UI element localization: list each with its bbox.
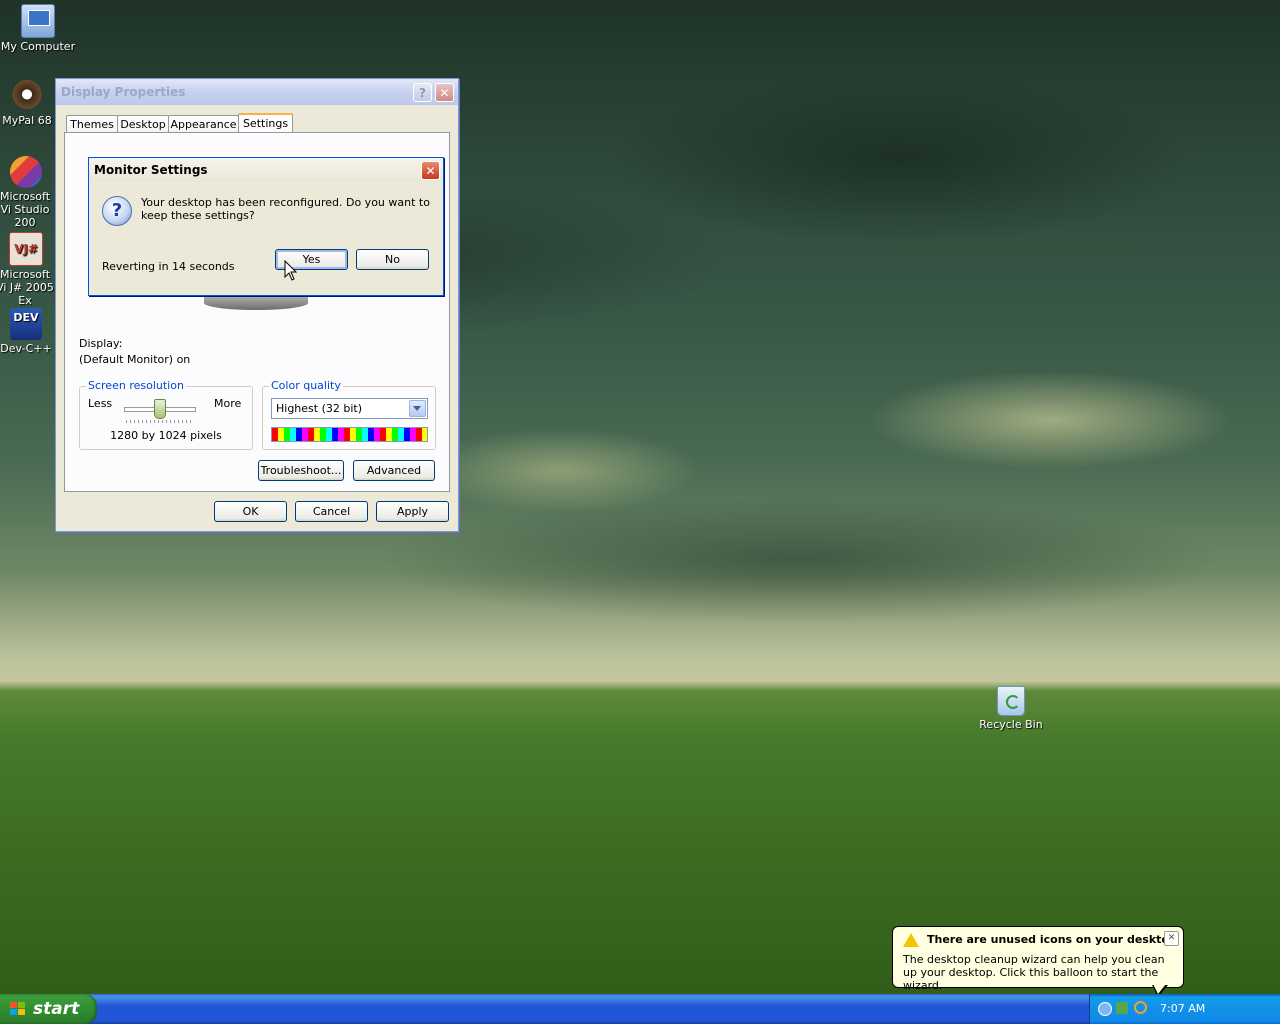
window-title: Display Properties [61,85,186,99]
desktop-icon-visual-studio[interactable]: Microsoft Vi Studio 200 [0,156,56,229]
help-icon: ? [419,86,426,100]
desktop-icon-label: MyPal 68 [2,114,52,127]
desktop-icon-label: My Computer [0,40,76,53]
reverting-countdown: Reverting in 14 seconds [102,260,235,273]
monitor-settings-dialog: Monitor Settings ✕ ? Your desktop has be… [88,157,444,296]
dialog-close-button[interactable]: ✕ [421,161,440,180]
desktop-icon-label: Recycle Bin [979,718,1043,731]
help-button[interactable]: ? [413,83,432,102]
windows-flag-icon [10,1002,25,1015]
notification-balloon[interactable]: There are unused icons on your desktop ✕… [892,926,1184,992]
color-quality-title: Color quality [269,379,343,392]
color-spectrum-bar [271,427,428,442]
visual-studio-icon [10,156,42,188]
question-icon: ? [102,196,132,226]
slider-less-label: Less [88,397,113,410]
dialog-message: Your desktop has been reconfigured. Do y… [141,196,430,222]
network-icon[interactable] [1098,1002,1112,1016]
taskbar: start ? ↕ 7:07 AM [0,994,1280,1024]
clock[interactable]: 7:07 AM [1160,1002,1205,1015]
close-icon: ✕ [439,86,450,100]
resolution-slider-ticks [126,420,192,423]
desktop-icon-visual-jsharp[interactable]: VJ# Microsoft Vi J# 2005 Ex [0,232,56,307]
tab-appearance[interactable]: Appearance [168,115,239,133]
balloon-pointer-fill [1153,984,1166,994]
balloon-close-button[interactable]: ✕ [1164,931,1179,946]
resolution-value: 1280 by 1024 pixels [110,429,222,442]
display-value: (Default Monitor) on [79,353,191,366]
desktop-icon-recycle-bin[interactable]: Recycle Bin [973,686,1049,731]
system-tray: 7:07 AM [1089,994,1280,1024]
close-icon: ✕ [1167,933,1176,943]
balloon-title: There are unused icons on your desktop [927,933,1177,946]
balloon-body: The desktop cleanup wizard can help you … [903,953,1165,992]
tab-label: Settings [242,117,289,130]
tab-label: Themes [70,118,114,131]
tab-desktop[interactable]: Desktop [117,115,169,133]
search-icon[interactable] [1134,1001,1147,1014]
slider-more-label: More [214,397,242,410]
warning-icon [903,933,919,947]
mouse-cursor-icon [284,260,298,281]
desktop-icon-my-computer[interactable]: My Computer [0,4,76,53]
desktop-icon-dev-cpp[interactable]: DEV Dev-C++ [0,308,56,355]
screen-resolution-group: Screen resolution Less More 1280 by 1024… [79,379,253,450]
close-icon: ✕ [425,164,436,178]
monitor-preview-stand [204,296,308,310]
monitor-settings-titlebar[interactable]: Monitor Settings ✕ [89,158,443,182]
ok-button[interactable]: OK [214,501,287,522]
visual-jsharp-icon: VJ# [9,232,43,266]
tab-label: Desktop [120,118,166,131]
dialog-title: Monitor Settings [94,163,208,177]
computer-icon [21,4,55,38]
cancel-button[interactable]: Cancel [295,501,368,522]
start-label: start [33,999,80,1019]
no-button[interactable]: No [356,249,429,270]
desktop-icon-label: Microsoft Vi J# 2005 Ex [0,268,54,307]
color-quality-group: Color quality Highest (32 bit) [262,379,436,450]
desktop-icon-label: Dev-C++ [0,342,52,355]
mypal-icon [11,80,43,112]
advanced-button[interactable]: Advanced [353,460,435,481]
dropdown-arrow-button[interactable] [409,400,426,417]
troubleshoot-button[interactable]: Troubleshoot... [258,460,344,481]
chevron-down-icon [413,406,421,411]
color-quality-select[interactable]: Highest (32 bit) [271,398,428,419]
dev-cpp-icon: DEV [10,308,42,340]
display-label: Display: [79,337,123,350]
recycle-bin-icon [997,686,1025,716]
start-button[interactable]: start [0,994,97,1024]
resolution-slider-thumb[interactable] [154,399,166,419]
color-quality-value: Highest (32 bit) [276,402,363,415]
tab-themes[interactable]: Themes [66,115,118,133]
desktop-icon-mypal[interactable]: MyPal 68 [0,80,56,127]
screen-resolution-title: Screen resolution [86,379,186,392]
apply-button[interactable]: Apply [376,501,449,522]
desktop-icon-label: Microsoft Vi Studio 200 [0,190,51,229]
display-properties-titlebar[interactable]: Display Properties ? ✕ [56,79,458,105]
volume-icon[interactable] [1116,1002,1128,1014]
close-button[interactable]: ✕ [435,83,454,102]
tab-label: Appearance [170,118,237,131]
